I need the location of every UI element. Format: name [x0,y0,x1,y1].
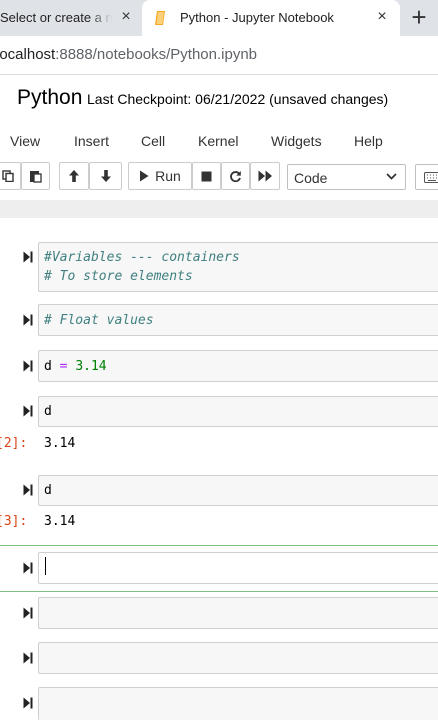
code-line: #Variables --- containers [44,250,240,265]
step-forward-icon[interactable] [23,484,33,496]
code-input[interactable]: # Float values [38,304,438,336]
jupyter-notebook-icon [155,11,165,25]
menu-view[interactable]: View [10,133,40,149]
code-input[interactable]: d [38,475,438,506]
code-input[interactable]: d [38,396,438,427]
address-bar[interactable]: localhost:8888/notebooks/Python.ipynb [0,36,438,75]
menu-widgets[interactable]: Widgets [271,133,322,149]
run-label: Run [155,168,181,184]
browser-tab-python[interactable]: Python - Jupyter Notebook × [142,0,400,36]
code-number: 3.14 [75,359,107,374]
code-input[interactable]: d = 3.14 [38,350,438,382]
code-input[interactable] [38,552,438,584]
restart-run-all-button[interactable] [250,162,280,190]
move-down-button[interactable] [89,162,122,190]
code-operator: = [59,359,68,374]
code-input[interactable]: #Variables --- containers # To store ele… [38,242,438,292]
browser-tab-bar: Select or create a n × Python - Jupyter … [0,0,438,36]
step-forward-icon[interactable] [23,405,33,417]
interrupt-button[interactable] [192,162,221,190]
copy-button[interactable] [0,162,21,190]
tab-title: Python - Jupyter Notebook [180,10,334,25]
code-line: d = 3.14 [44,357,438,376]
step-forward-icon[interactable] [23,314,33,326]
step-forward-icon[interactable] [23,697,33,709]
new-tab-button[interactable]: + [404,3,434,33]
url-host: localhost [0,46,56,63]
fast-forward-icon [258,170,272,182]
cell-type-value: Code [294,170,328,186]
close-icon[interactable]: × [118,9,134,25]
url-text[interactable]: localhost:8888/notebooks/Python.ipynb [0,46,257,63]
menu-kernel[interactable]: Kernel [198,133,238,149]
paste-icon [30,171,42,183]
notebook-name[interactable]: Python [17,86,82,110]
code-identifier: d [44,359,52,374]
output-prompt: [2]: [0,436,28,451]
paste-button[interactable] [21,162,50,190]
chevron-down-icon [386,173,397,180]
move-up-button[interactable] [59,162,89,190]
code-input[interactable] [38,642,438,674]
url-path: :8888/notebooks/Python.ipynb [55,46,258,63]
run-button[interactable]: Run [128,162,192,190]
step-forward-icon[interactable] [23,360,33,372]
code-line: d [44,404,52,419]
step-forward-icon[interactable] [23,652,33,664]
code-line: d [44,483,52,498]
step-forward-icon[interactable] [23,251,33,263]
arrow-up-icon [69,170,79,182]
browser-tab-select[interactable]: Select or create a n × [0,0,140,36]
checkpoint-status: Last Checkpoint: 06/21/2022 (unsaved cha… [87,91,389,107]
output-text: 3.14 [44,436,76,451]
restart-button[interactable] [221,162,250,190]
close-icon[interactable]: × [374,9,390,25]
step-forward-icon[interactable] [23,607,33,619]
toolbar: Run Code [0,162,438,192]
tab-title: Select or create a n [0,10,112,25]
cell-type-select[interactable]: Code [287,164,406,190]
stop-icon [201,171,212,181]
code-line: # To store elements [44,269,193,284]
command-palette-button[interactable] [415,164,438,190]
code-line: # Float values [44,313,154,328]
output-prompt: [3]: [0,514,28,529]
code-input[interactable] [38,687,438,720]
menu-help[interactable]: Help [354,133,383,149]
jupyter-header: Python Last Checkpoint: 06/21/2022 (unsa… [0,75,438,200]
code-input[interactable] [38,597,438,629]
menu-cell[interactable]: Cell [141,133,165,149]
output-text: 3.14 [44,514,76,529]
refresh-icon [230,170,241,182]
keyboard-icon [424,172,438,183]
play-icon [140,170,149,182]
step-forward-icon[interactable] [23,562,33,574]
arrow-down-icon [100,170,111,182]
menu-insert[interactable]: Insert [74,133,109,149]
text-cursor [45,557,46,575]
copy-icon [1,170,14,182]
menu-bar: View Insert Cell Kernel Widgets Help [0,124,438,158]
